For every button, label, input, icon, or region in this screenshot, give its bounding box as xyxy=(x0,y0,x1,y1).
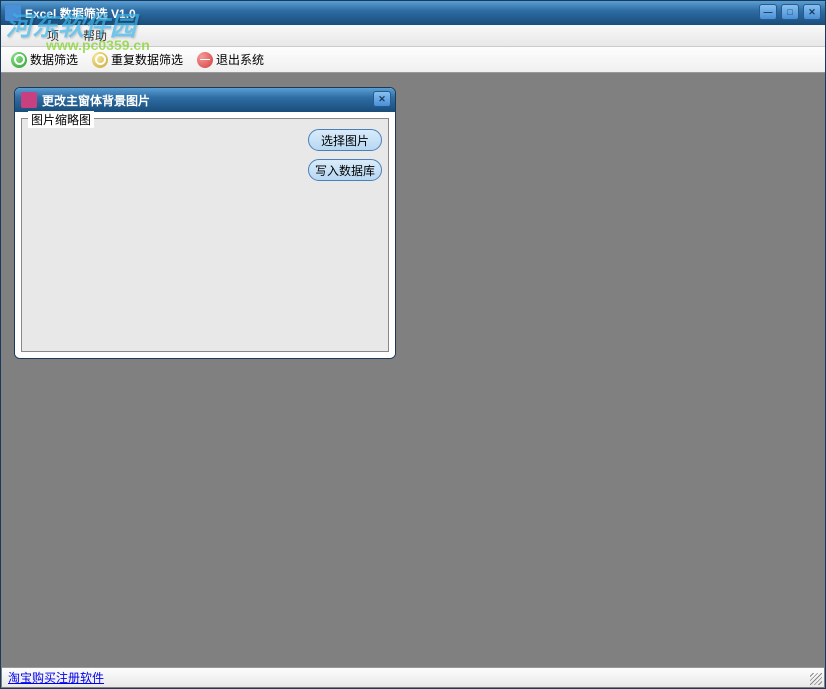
toolbar-dup-filter-label: 重复数据筛选 xyxy=(111,51,183,68)
child-window-body: 图片缩略图 选择图片 写入数据库 xyxy=(15,112,395,358)
maximize-button[interactable]: □ xyxy=(781,4,799,20)
mdi-workspace: 更改主窗体背景图片 ✕ 图片缩略图 选择图片 写入数据库 xyxy=(2,73,824,666)
menubar: 项 帮助 xyxy=(1,25,825,47)
window-controls: — □ ✕ xyxy=(759,4,821,20)
dup-filter-icon xyxy=(92,52,108,68)
close-button[interactable]: ✕ xyxy=(803,4,821,20)
child-close-button[interactable]: ✕ xyxy=(373,91,391,107)
app-icon xyxy=(5,5,21,21)
menu-options[interactable]: 项 xyxy=(41,25,65,46)
child-window-title: 更改主窗体背景图片 xyxy=(42,92,150,109)
main-titlebar[interactable]: Excel 数据筛选 V1.0 — □ ✕ xyxy=(1,1,825,25)
toolbar-dup-filter[interactable]: 重复数据筛选 xyxy=(88,49,187,70)
select-image-button[interactable]: 选择图片 xyxy=(308,129,382,151)
write-database-button[interactable]: 写入数据库 xyxy=(308,159,382,181)
toolbar-exit-label: 退出系统 xyxy=(216,51,264,68)
child-window-change-bg: 更改主窗体背景图片 ✕ 图片缩略图 选择图片 写入数据库 xyxy=(14,87,396,359)
toolbar-exit[interactable]: 退出系统 xyxy=(193,49,268,70)
statusbar: 淘宝购买注册软件 xyxy=(2,667,824,687)
main-window: 河东软件园 www.pc0359.cn Excel 数据筛选 V1.0 — □ … xyxy=(0,0,826,689)
thumbnail-fieldset: 图片缩略图 选择图片 写入数据库 xyxy=(21,118,389,352)
minimize-button[interactable]: — xyxy=(759,4,777,20)
toolbar-filter[interactable]: 数据筛选 xyxy=(7,49,82,70)
menu-help[interactable]: 帮助 xyxy=(77,25,113,46)
child-titlebar[interactable]: 更改主窗体背景图片 ✕ xyxy=(15,88,395,112)
child-window-icon xyxy=(21,92,37,108)
exit-icon xyxy=(197,52,213,68)
resize-grip[interactable] xyxy=(810,673,822,685)
toolbar: 数据筛选 重复数据筛选 退出系统 xyxy=(1,47,825,73)
toolbar-filter-label: 数据筛选 xyxy=(30,51,78,68)
window-title: Excel 数据筛选 V1.0 xyxy=(25,5,136,22)
child-window-controls: ✕ xyxy=(373,91,391,107)
fieldset-legend: 图片缩略图 xyxy=(28,111,94,128)
buy-register-link[interactable]: 淘宝购买注册软件 xyxy=(8,669,104,686)
filter-icon xyxy=(11,52,27,68)
